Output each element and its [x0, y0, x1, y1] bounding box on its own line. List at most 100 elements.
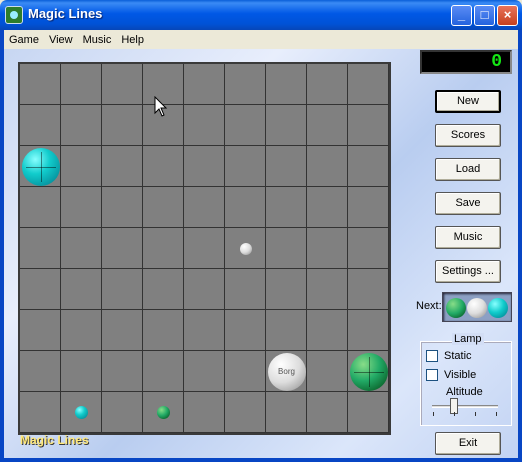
menu-music[interactable]: Music — [78, 34, 117, 46]
ball-green[interactable] — [157, 406, 170, 419]
board-cell[interactable] — [184, 310, 225, 351]
settings-button[interactable]: Settings ... — [435, 260, 501, 283]
save-button[interactable]: Save — [435, 192, 501, 215]
board-cell[interactable] — [102, 64, 143, 105]
board-cell[interactable] — [266, 64, 307, 105]
board-cell[interactable] — [266, 187, 307, 228]
board-cell[interactable] — [307, 351, 348, 392]
board-cell[interactable] — [102, 392, 143, 433]
board-cell[interactable] — [102, 269, 143, 310]
board-cell[interactable] — [61, 228, 102, 269]
board-cell[interactable] — [348, 187, 389, 228]
slider-tick — [475, 412, 476, 416]
board-cell[interactable] — [184, 392, 225, 433]
board-cell[interactable] — [307, 187, 348, 228]
board-cell[interactable] — [307, 105, 348, 146]
ball-white[interactable]: Borg — [267, 352, 306, 391]
ball-green[interactable] — [349, 352, 388, 391]
minimize-button[interactable]: _ — [451, 5, 472, 26]
board-cell[interactable] — [20, 310, 61, 351]
board-cell[interactable] — [307, 392, 348, 433]
board-cell[interactable] — [184, 228, 225, 269]
board-cell[interactable] — [348, 228, 389, 269]
board-cell[interactable] — [348, 269, 389, 310]
board-cell[interactable] — [61, 187, 102, 228]
board-cell[interactable] — [61, 105, 102, 146]
menu-view[interactable]: View — [44, 34, 78, 46]
board-cell[interactable] — [266, 146, 307, 187]
new-game-button[interactable]: New — [435, 90, 501, 113]
board-cell[interactable] — [20, 105, 61, 146]
board-cell[interactable] — [225, 392, 266, 433]
board-cell[interactable] — [184, 146, 225, 187]
board-cell[interactable] — [20, 228, 61, 269]
board-cell[interactable] — [102, 351, 143, 392]
board-cell[interactable] — [307, 269, 348, 310]
board-cell[interactable] — [184, 105, 225, 146]
board-cell[interactable] — [61, 269, 102, 310]
board-cell[interactable] — [266, 105, 307, 146]
board-cell[interactable] — [61, 146, 102, 187]
board-cell[interactable] — [225, 269, 266, 310]
board-cell[interactable] — [225, 105, 266, 146]
board-cell[interactable] — [143, 146, 184, 187]
board-cell[interactable] — [143, 228, 184, 269]
game-board[interactable]: Borg — [18, 62, 391, 435]
title-bar[interactable]: Magic Lines _ □ × — [0, 0, 522, 30]
static-checkbox[interactable] — [426, 350, 438, 362]
maximize-button[interactable]: □ — [474, 5, 495, 26]
board-cell[interactable] — [143, 351, 184, 392]
board-cell[interactable] — [61, 351, 102, 392]
board-cell[interactable] — [61, 64, 102, 105]
board-cell[interactable] — [225, 64, 266, 105]
board-cell[interactable] — [20, 64, 61, 105]
board-cell[interactable] — [266, 228, 307, 269]
board-cell[interactable] — [184, 269, 225, 310]
board-cell[interactable] — [143, 187, 184, 228]
magic-lines-app-icon[interactable] — [5, 6, 23, 24]
board-cell[interactable] — [184, 64, 225, 105]
board-cell[interactable] — [143, 269, 184, 310]
board-cell[interactable] — [20, 392, 61, 433]
board-cell[interactable] — [266, 310, 307, 351]
board-cell[interactable] — [20, 351, 61, 392]
music-button[interactable]: Music — [435, 226, 501, 249]
board-cell[interactable] — [102, 228, 143, 269]
close-button[interactable]: × — [497, 5, 518, 26]
board-cell[interactable] — [266, 392, 307, 433]
menu-help[interactable]: Help — [116, 34, 149, 46]
board-cell[interactable] — [348, 64, 389, 105]
board-cell[interactable] — [307, 310, 348, 351]
ball-cyan[interactable] — [21, 147, 60, 186]
board-cell[interactable] — [61, 310, 102, 351]
board-cell[interactable] — [102, 187, 143, 228]
board-cell[interactable] — [348, 105, 389, 146]
board-cell[interactable] — [102, 310, 143, 351]
board-cell[interactable] — [348, 146, 389, 187]
board-cell[interactable] — [348, 310, 389, 351]
board-cell[interactable] — [20, 269, 61, 310]
board-cell[interactable] — [225, 310, 266, 351]
altitude-slider-track[interactable] — [432, 405, 498, 408]
board-cell[interactable] — [266, 269, 307, 310]
board-cell[interactable] — [102, 105, 143, 146]
board-cell[interactable] — [307, 146, 348, 187]
exit-button[interactable]: Exit — [435, 432, 501, 455]
ball-white[interactable] — [239, 242, 252, 255]
board-cell[interactable] — [184, 187, 225, 228]
board-cell[interactable] — [102, 146, 143, 187]
board-cell[interactable] — [225, 146, 266, 187]
board-cell[interactable] — [225, 187, 266, 228]
board-cell[interactable] — [225, 351, 266, 392]
board-cell[interactable] — [20, 187, 61, 228]
menu-game[interactable]: Game — [4, 34, 44, 46]
board-cell[interactable] — [184, 351, 225, 392]
visible-checkbox[interactable] — [426, 369, 438, 381]
ball-cyan[interactable] — [75, 406, 88, 419]
board-cell[interactable] — [348, 392, 389, 433]
scores-button[interactable]: Scores — [435, 124, 501, 147]
board-cell[interactable] — [143, 310, 184, 351]
load-button[interactable]: Load — [435, 158, 501, 181]
board-cell[interactable] — [307, 64, 348, 105]
board-cell[interactable] — [307, 228, 348, 269]
